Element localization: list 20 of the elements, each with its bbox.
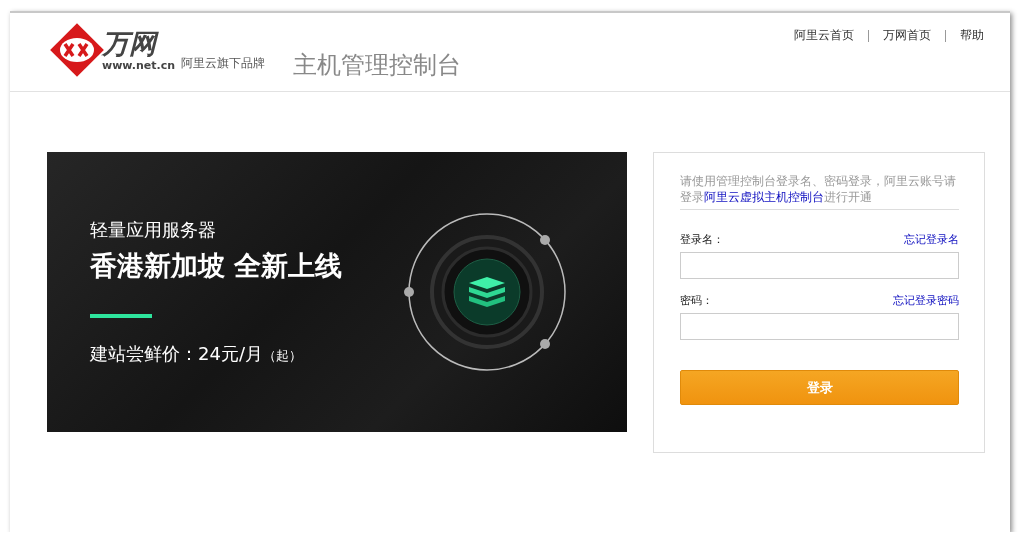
forgot-link[interactable]: 忘记登录名 (904, 232, 959, 247)
banner-price: 建站尝鲜价：24元/月 (90, 343, 263, 364)
field-label: 登录名： (680, 232, 724, 247)
brand-note: 阿里云旗下品牌 (181, 55, 266, 72)
nav-link[interactable]: 阿里云首页 (794, 27, 854, 44)
input-field[interactable] (680, 252, 959, 279)
page-title: 主机管理控制台 (293, 50, 462, 81)
logo-url: www.net.cn (102, 58, 176, 72)
console-link[interactable]: 阿里云虚拟主机控制台 (704, 190, 824, 204)
logo-name: 万网 (102, 28, 176, 59)
promo-banner[interactable]: 轻量应用服务器 香港新加坡 全新上线 建站尝鲜价：24元/月（起） (47, 152, 627, 432)
banner-subtitle: 轻量应用服务器 (90, 218, 217, 242)
field-label: 密码： (680, 293, 713, 308)
login-notice: 请使用管理控制台登录名、密码登录，阿里云账号请登录阿里云虚拟主机控制台进行开通 (680, 173, 959, 210)
price-note: （起） (262, 348, 302, 363)
forgot-link[interactable]: 忘记登录密码 (893, 293, 959, 308)
banner-headline: 香港新加坡 全新上线 (90, 249, 343, 283)
nav-link[interactable]: 帮助 (960, 27, 984, 44)
input-field[interactable] (680, 313, 959, 340)
nav-link[interactable]: 万网首页 (883, 27, 931, 44)
